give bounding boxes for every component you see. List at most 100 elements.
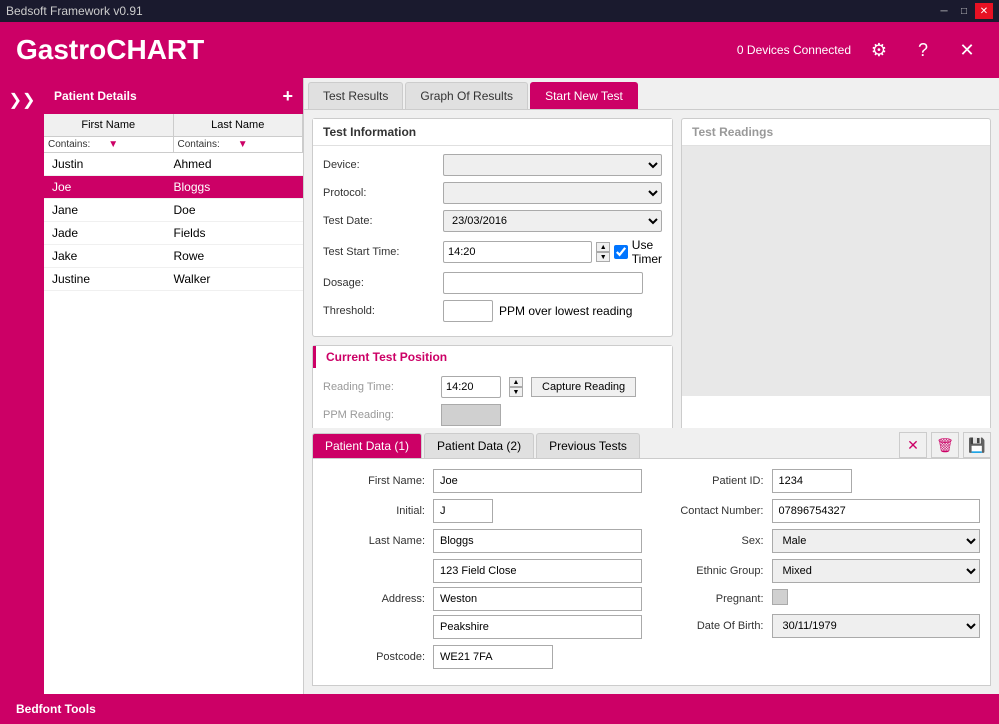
patient-data-tab-1[interactable]: Patient Data (1) <box>312 433 422 458</box>
reading-time-label: Reading Time: <box>323 381 433 393</box>
first-name-form-label: First Name: <box>323 475 433 487</box>
postcode-input-wrapper <box>433 645 642 669</box>
patient-data-tab-actions: ✕ 🗑 💾 <box>899 432 991 458</box>
current-test-content: Reading Time: ▲ ▼ Capture Reading PPM Re… <box>313 368 672 428</box>
settings-icon-button[interactable]: ⚙ <box>863 34 895 66</box>
delete-patient-button[interactable]: 🗑 <box>931 432 959 458</box>
ppm-reading-input[interactable] <box>441 404 501 426</box>
test-date-select[interactable]: 23/03/2016 <box>443 210 662 232</box>
threshold-input[interactable] <box>443 300 493 322</box>
maximize-button[interactable]: □ <box>955 3 973 19</box>
threshold-label: Threshold: <box>323 305 443 317</box>
list-item[interactable]: Jane Doe <box>44 199 303 222</box>
patient-data-tab-2[interactable]: Patient Data (2) <box>424 433 534 458</box>
reading-time-down-button[interactable]: ▼ <box>509 387 523 397</box>
patient-id-form-label: Patient ID: <box>662 475 772 487</box>
test-information-content: Device: Protocol: <box>313 146 672 336</box>
tab-graph-of-results[interactable]: Graph Of Results <box>405 82 528 109</box>
test-readings-header: Test Readings <box>682 119 990 146</box>
ppm-reading-row: PPM Reading: <box>323 404 662 426</box>
reading-time-spinner: ▲ ▼ <box>509 377 523 397</box>
dosage-input[interactable] <box>443 272 643 294</box>
initial-form-label: Initial: <box>323 505 433 517</box>
firstname-filter-arrow[interactable]: ▼ <box>108 139 168 150</box>
test-start-time-wrapper: ▲ ▼ Use Timer <box>443 238 662 266</box>
list-item[interactable]: Justine Walker <box>44 268 303 291</box>
list-item[interactable]: Jake Rowe <box>44 245 303 268</box>
app-title-bar: Bedsoft Framework v0.91 <box>6 4 933 18</box>
test-info-column: Test Information Device: Protocol: <box>312 118 673 428</box>
ethnic-group-select[interactable]: Mixed White Asian Black Other <box>772 559 981 583</box>
dob-select[interactable]: 30/11/1979 <box>772 614 981 638</box>
header-close-icon-button[interactable]: ✕ <box>951 34 983 66</box>
device-select[interactable] <box>443 154 662 176</box>
patient-lastname: Doe <box>174 203 296 217</box>
reading-time-up-button[interactable]: ▲ <box>509 377 523 387</box>
first-name-input-wrapper <box>433 469 642 493</box>
patient-form-right: Patient ID: Contact Number: Sex: <box>662 469 981 675</box>
sex-select-wrapper: Male Female Other <box>772 529 981 553</box>
list-item[interactable]: Justin Ahmed <box>44 153 303 176</box>
lastname-filter-arrow[interactable]: ▼ <box>238 139 298 150</box>
firstname-filter-cell: Contains: ▼ <box>44 137 174 152</box>
footer-label: Bedfont Tools <box>16 702 96 716</box>
reading-time-input[interactable] <box>441 376 501 398</box>
protocol-label: Protocol: <box>323 187 443 199</box>
time-row: ▲ ▼ Use Timer <box>443 238 662 266</box>
lastname-column-header[interactable]: Last Name <box>174 114 304 136</box>
address-input-wrapper <box>433 559 642 639</box>
capture-reading-button[interactable]: Capture Reading <box>531 377 636 397</box>
sex-form-label: Sex: <box>662 535 772 547</box>
initial-form-row: Initial: <box>323 499 642 523</box>
patient-firstname: Jake <box>52 249 174 263</box>
help-icon-button[interactable]: ? <box>907 34 939 66</box>
address-line1-input[interactable] <box>433 559 642 583</box>
add-patient-button[interactable]: + <box>282 86 293 107</box>
list-item[interactable]: Jade Fields <box>44 222 303 245</box>
use-timer-checkbox[interactable] <box>614 241 628 263</box>
contact-number-form-row: Contact Number: <box>662 499 981 523</box>
contact-number-input[interactable] <box>772 499 981 523</box>
address-line2-input[interactable] <box>433 587 642 611</box>
minimize-button[interactable]: ─ <box>935 3 953 19</box>
patient-data-tabs-bar: Patient Data (1) Patient Data (2) Previo… <box>304 428 999 458</box>
pregnant-checkbox[interactable] <box>772 589 788 605</box>
dosage-input-wrapper <box>443 272 662 294</box>
firstname-column-header[interactable]: First Name <box>44 114 174 136</box>
tab-start-new-test[interactable]: Start New Test <box>530 82 638 109</box>
dob-form-row: Date Of Birth: 30/11/1979 <box>662 614 981 638</box>
address-line3-input[interactable] <box>433 615 642 639</box>
initial-input[interactable] <box>433 499 493 523</box>
ppm-reading-label: PPM Reading: <box>323 409 433 421</box>
postcode-input[interactable] <box>433 645 553 669</box>
patient-id-input[interactable] <box>772 469 852 493</box>
list-item[interactable]: Joe Bloggs <box>44 176 303 199</box>
patient-data-grid: First Name: Initial: Last Name: <box>323 469 980 675</box>
app-header: GastroCHART 0 Devices Connected ⚙ ? ✕ <box>0 22 999 78</box>
time-up-button[interactable]: ▲ <box>596 242 610 252</box>
save-patient-button[interactable]: 💾 <box>963 432 991 458</box>
address-form-label: Address: <box>323 593 433 605</box>
main-tabs-bar: Test Results Graph Of Results Start New … <box>304 78 999 110</box>
time-spinner: ▲ ▼ <box>596 242 610 262</box>
sex-select[interactable]: Male Female Other <box>772 529 981 553</box>
last-name-input[interactable] <box>433 529 642 553</box>
reading-time-row: Reading Time: ▲ ▼ Capture Reading <box>323 376 662 398</box>
tab-test-results[interactable]: Test Results <box>308 82 403 109</box>
previous-tests-tab[interactable]: Previous Tests <box>536 433 640 458</box>
initial-input-wrapper <box>433 499 642 523</box>
test-start-time-input[interactable] <box>443 241 592 263</box>
footer-bar: Bedfont Tools <box>0 694 999 724</box>
use-timer-row: Use Timer <box>614 238 662 266</box>
first-name-input[interactable] <box>433 469 642 493</box>
sidebar-toggle-button[interactable]: ❯❯ <box>5 86 40 114</box>
protocol-select[interactable] <box>443 182 662 204</box>
pregnant-checkbox-wrapper <box>772 589 981 608</box>
threshold-wrapper: PPM over lowest reading <box>443 300 662 322</box>
titlebar-close-button[interactable]: ✕ <box>975 3 993 19</box>
test-readings-box: Test Readings <box>681 118 991 428</box>
time-down-button[interactable]: ▼ <box>596 252 610 262</box>
last-name-form-label: Last Name: <box>323 535 433 547</box>
patient-firstname: Jade <box>52 226 174 240</box>
cancel-patient-button[interactable]: ✕ <box>899 432 927 458</box>
